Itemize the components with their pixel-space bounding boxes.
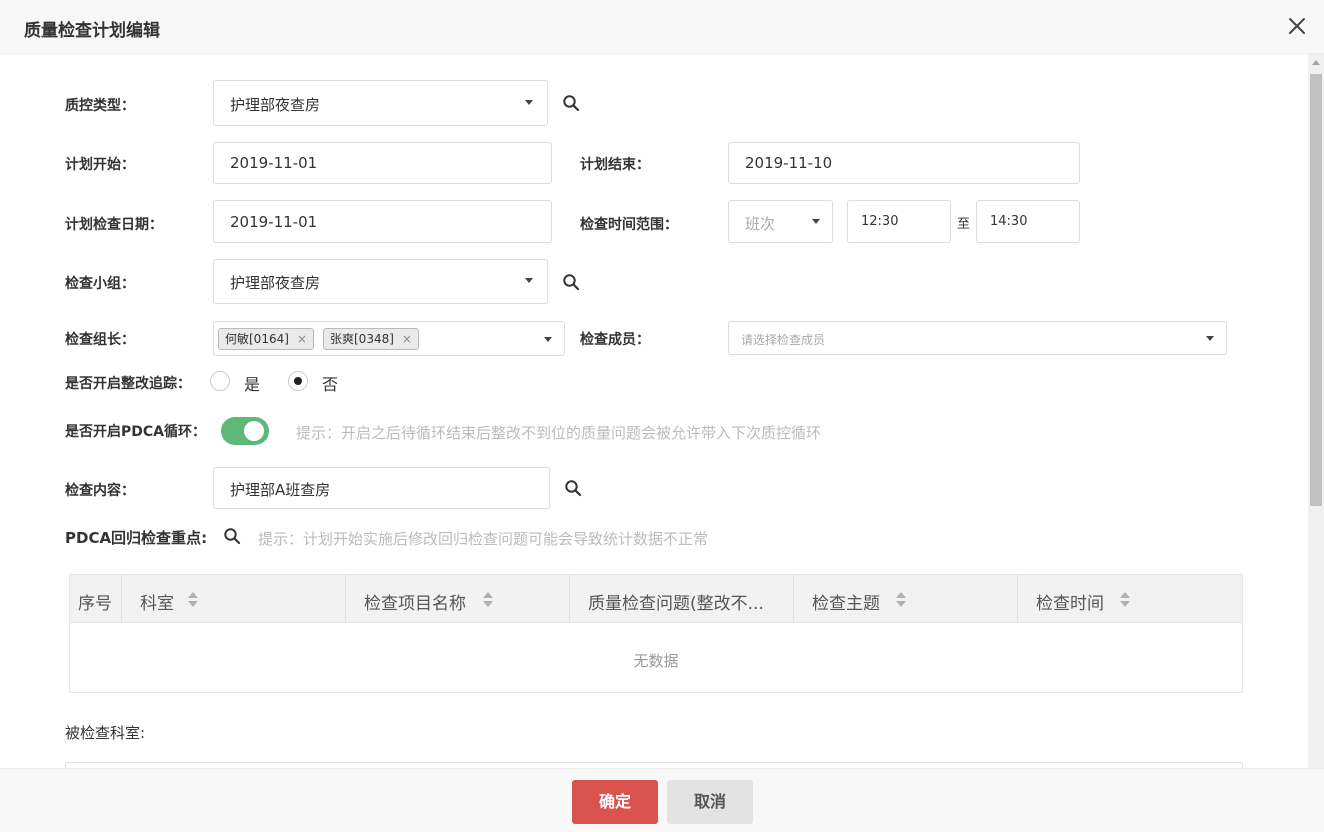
rectify-yes-label: 是	[244, 375, 261, 394]
check-content-input[interactable]: 护理部A班查房	[213, 467, 550, 509]
leader-tag: 张爽[0348] ×	[323, 328, 419, 350]
qc-type-value: 护理部夜查房	[230, 96, 321, 114]
search-icon[interactable]	[564, 479, 582, 497]
group-leader-label: 检查组长：	[65, 332, 135, 348]
close-icon[interactable]	[1286, 15, 1308, 37]
column-header-index: 序号	[70, 575, 122, 623]
tag-remove-icon[interactable]: ×	[402, 332, 412, 346]
plan-start-value: 2019-11-01	[230, 154, 318, 172]
time-end-input[interactable]: 14:30	[976, 200, 1080, 243]
plan-check-date-label: 计划检查日期：	[65, 217, 163, 233]
pdca-focus-table: 序号 科室 检查项目名称 质量检查问题(整改不... 检查主题 检查时间 无数据	[69, 574, 1243, 693]
group-members-label: 检查成员：	[580, 332, 650, 348]
plan-start-input[interactable]: 2019-11-01	[213, 142, 552, 184]
column-header-quality-issue[interactable]: 质量检查问题(整改不...	[570, 575, 794, 623]
check-group-value: 护理部夜查房	[230, 274, 321, 292]
search-icon[interactable]	[562, 273, 580, 291]
table-empty-text: 无数据	[633, 652, 679, 670]
column-header-theme[interactable]: 检查主题	[794, 575, 1018, 623]
switch-knob	[244, 421, 264, 441]
scroll-up-icon[interactable]	[1312, 60, 1320, 65]
pdca-cycle-hint: 提示：开启之后待循环结束后整改不到位的质量问题会被允许带入下次质控循环	[296, 424, 822, 442]
pdca-cycle-label: 是否开启PDCA循环：	[65, 424, 206, 440]
column-header-check-time[interactable]: 检查时间	[1018, 575, 1242, 623]
inspected-dept-label: 被检查科室:	[65, 724, 146, 742]
table-header: 序号 科室 检查项目名称 质量检查问题(整改不... 检查主题 检查时间	[70, 575, 1242, 623]
chevron-down-icon	[525, 278, 533, 283]
pdca-focus-hint: 提示：计划开始实施后修改回归检查问题可能会导致统计数据不正常	[258, 530, 709, 548]
group-members-placeholder: 请选择检查成员	[741, 333, 826, 347]
rectify-tracking-label: 是否开启整改追踪：	[65, 376, 191, 392]
tag-remove-icon[interactable]: ×	[297, 332, 307, 346]
search-icon[interactable]	[562, 94, 580, 112]
plan-end-label: 计划结束：	[580, 157, 650, 173]
modal-body: 质控类型： 护理部夜查房 计划开始： 2019-11-01 计划结束： 2019…	[0, 54, 1308, 768]
search-icon[interactable]	[223, 527, 241, 545]
pdca-cycle-switch[interactable]	[221, 417, 269, 445]
cancel-button[interactable]: 取消	[667, 780, 753, 824]
leader-tag: 何敏[0164] ×	[218, 328, 314, 350]
rectify-yes-radio[interactable]	[210, 371, 230, 391]
scroll-thumb[interactable]	[1310, 74, 1322, 506]
confirm-button[interactable]: 确定	[572, 780, 658, 824]
pdca-focus-label: PDCA回归检查重点:	[65, 529, 208, 547]
check-time-range-label: 检查时间范围：	[580, 217, 678, 233]
sort-icon[interactable]	[483, 592, 493, 608]
shift-placeholder: 班次	[745, 215, 776, 233]
modal-header: 质量检查计划编辑	[0, 0, 1324, 54]
time-start-value: 12:30	[861, 214, 899, 229]
chevron-down-icon	[1206, 336, 1214, 341]
chevron-down-icon	[544, 337, 552, 342]
plan-start-label: 计划开始：	[65, 157, 135, 173]
qc-type-select[interactable]: 护理部夜查房	[213, 80, 548, 126]
modal-title: 质量检查计划编辑	[24, 21, 160, 41]
shift-select[interactable]: 班次	[728, 200, 833, 243]
column-header-dept[interactable]: 科室	[122, 575, 346, 623]
check-content-label: 检查内容：	[65, 483, 135, 499]
group-members-multiselect[interactable]: 请选择检查成员	[728, 321, 1227, 355]
time-end-value: 14:30	[990, 214, 1028, 229]
time-range-separator: 至	[957, 217, 971, 232]
plan-check-date-input[interactable]: 2019-11-01	[213, 200, 552, 243]
check-group-select[interactable]: 护理部夜查房	[213, 259, 548, 304]
vertical-scrollbar[interactable]	[1308, 54, 1324, 768]
group-leader-multiselect[interactable]: 何敏[0164] × 张爽[0348] ×	[213, 321, 565, 356]
time-start-input[interactable]: 12:30	[847, 200, 951, 243]
qc-type-label: 质控类型：	[65, 98, 135, 114]
plan-check-date-value: 2019-11-01	[230, 213, 318, 231]
chevron-down-icon	[525, 100, 533, 105]
chevron-down-icon	[812, 219, 820, 224]
modal-footer: 确定 取消	[0, 768, 1324, 832]
rectify-no-label: 否	[322, 375, 339, 394]
column-header-item-name[interactable]: 检查项目名称	[346, 575, 570, 623]
sort-icon[interactable]	[1120, 592, 1130, 608]
plan-end-input[interactable]: 2019-11-10	[728, 142, 1080, 184]
sort-icon[interactable]	[188, 592, 198, 608]
check-content-value: 护理部A班查房	[230, 481, 331, 499]
check-group-label: 检查小组：	[65, 276, 135, 292]
plan-end-value: 2019-11-10	[745, 154, 833, 172]
sort-icon[interactable]	[896, 592, 906, 608]
rectify-no-radio[interactable]	[288, 371, 308, 391]
